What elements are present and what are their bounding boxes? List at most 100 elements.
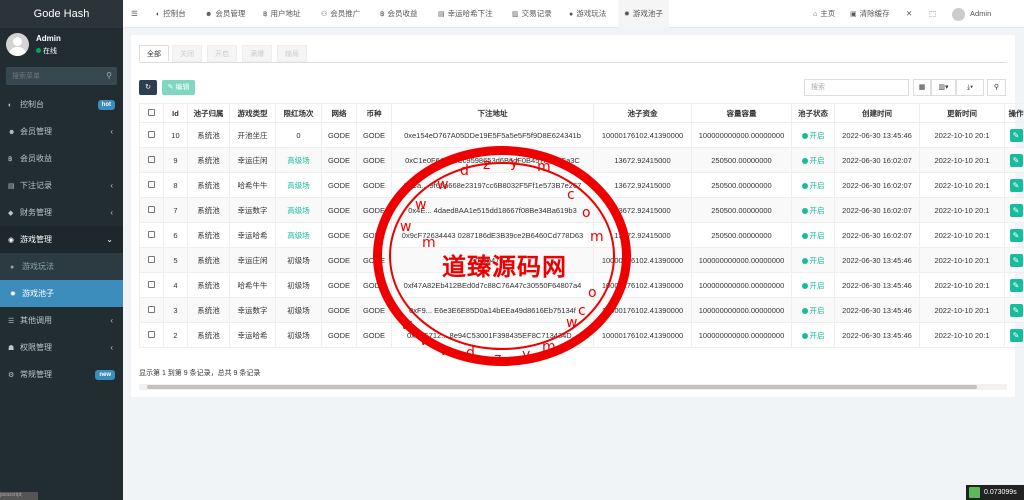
col-header[interactable]: 池子归属	[187, 103, 230, 123]
status-dot-icon	[801, 182, 808, 189]
menu-search-input[interactable]	[6, 67, 117, 85]
admin-menu[interactable]: Admin	[952, 0, 991, 28]
table-search-input[interactable]: 搜索	[804, 79, 909, 96]
nav-tab-dashboard[interactable]: ◐ 控制台	[156, 0, 186, 28]
pencil-icon: ✎	[1012, 130, 1020, 140]
sidebar-item-general[interactable]: ⚙ 常规管理 new	[0, 361, 123, 388]
row-checkbox-cell[interactable]	[139, 197, 164, 223]
table-row[interactable]: 4 系统池 哈希牛牛 初级场 GODE GODE 0xf47A82Eb412BEd0d7c8…	[139, 272, 1024, 298]
row-checkbox[interactable]	[148, 255, 155, 263]
tab-open[interactable]: 开启	[207, 45, 237, 62]
table-cell: GODE	[356, 172, 392, 198]
checkbox[interactable]	[148, 108, 155, 116]
table-row[interactable]: 2 系统池 幸运哈希 初级场 GODE GODE 0x42C712... 8e94C5300…	[139, 322, 1024, 348]
col-header[interactable]: 币种	[356, 103, 392, 123]
sidebar-item-game-rules[interactable]: ● 游戏玩法	[0, 253, 123, 280]
row-checkbox-cell[interactable]	[139, 297, 164, 323]
table-row[interactable]: 6 系统池 幸运哈希 高级场 GODE GODE 0x9cF72634443 0287186…	[139, 222, 1024, 248]
col-header[interactable]: 容量容量	[691, 103, 792, 123]
row-checkbox[interactable]	[148, 230, 155, 238]
col-header[interactable]: 更新时间	[919, 103, 1005, 123]
edit-row-button[interactable]: ✎	[1009, 128, 1023, 142]
row-checkbox[interactable]	[148, 305, 155, 313]
table-row[interactable]: 5 系统池 幸运庄闲 初级场 GODE GODE 0xcb470... 10000176102…	[139, 247, 1024, 273]
nav-tab-game-pools[interactable]: ✹ 游戏池子	[618, 0, 669, 28]
refresh-button[interactable]: ↻	[139, 80, 157, 95]
nav-tab-promotion[interactable]: ⚇ 会员推广	[321, 0, 360, 28]
col-header[interactable]: 池子资金	[593, 103, 692, 123]
nav-tab-game-rules[interactable]: ● 游戏玩法	[569, 0, 606, 28]
sidebar-item-bets[interactable]: ▤ 下注记录 ‹	[0, 172, 123, 199]
toggle-view-button[interactable]: ▦	[913, 79, 931, 96]
search-toggle-button[interactable]: ⚲	[987, 79, 1006, 96]
row-checkbox-cell[interactable]	[139, 122, 164, 148]
nav-tab-transactions[interactable]: ▥ 交易记录	[512, 0, 552, 28]
table-cell: 2	[163, 322, 188, 348]
sidebar-item-member-income[interactable]: ฿ 会员收益	[0, 145, 123, 172]
home-link[interactable]: ⌂ 主页	[813, 0, 835, 28]
edit-row-button[interactable]: ✎	[1009, 228, 1023, 242]
export-button[interactable]: ⤓▾	[956, 79, 984, 96]
menu-search[interactable]: ⚲	[6, 67, 117, 85]
nav-tab-income[interactable]: ฿会员收益	[380, 0, 417, 28]
sidebar-item-game-pools[interactable]: ✹ 游戏池子	[0, 280, 123, 307]
row-checkbox-cell[interactable]	[139, 147, 164, 173]
search-icon[interactable]: ⚲	[106, 71, 112, 80]
scrollbar-thumb[interactable]	[147, 385, 977, 389]
col-header[interactable]: 创建时间	[834, 103, 920, 123]
horizontal-scrollbar[interactable]	[139, 384, 1007, 390]
menu-toggle-icon[interactable]: ☰	[131, 0, 138, 28]
columns-button[interactable]: ▥▾	[931, 79, 956, 96]
sidebar-item-permissions[interactable]: ☗ 权限管理 ‹	[0, 334, 123, 361]
cell-status: 开启	[791, 222, 835, 248]
edit-button[interactable]: ✎ 编辑	[162, 80, 195, 95]
col-header[interactable]: Id	[163, 103, 188, 123]
row-checkbox-cell[interactable]	[139, 322, 164, 348]
row-checkbox[interactable]	[148, 180, 155, 188]
sidebar-item-finance[interactable]: ◆ 财务管理 ‹	[0, 199, 123, 226]
edit-row-button[interactable]: ✎	[1009, 303, 1023, 317]
table-row[interactable]: 8 系统池 哈希牛牛 高级场 GODE GODE 0xCa... 9f65a668e2319…	[139, 172, 1024, 198]
row-checkbox[interactable]	[148, 330, 155, 338]
col-header[interactable]: 限红场次	[275, 103, 322, 123]
row-checkbox-cell[interactable]	[139, 272, 164, 298]
row-checkbox-cell[interactable]	[139, 172, 164, 198]
row-checkbox-cell[interactable]	[139, 222, 164, 248]
sidebar-item-members[interactable]: ☻ 会员管理 ‹	[0, 118, 123, 145]
nav-tab-members[interactable]: ☻ 会员管理	[205, 0, 245, 28]
edit-row-button[interactable]: ✎	[1009, 203, 1023, 217]
row-checkbox-cell[interactable]	[139, 247, 164, 273]
status-badge: 开启	[801, 181, 825, 190]
fullscreen-icon[interactable]: ✕	[906, 0, 912, 28]
tab-closed[interactable]: 关闭	[172, 45, 202, 62]
col-header[interactable]: 游戏类型	[229, 103, 276, 123]
sidebar-item-other[interactable]: ☰ 其他调用 ‹	[0, 307, 123, 334]
col-header[interactable]: 池子状态	[791, 103, 835, 123]
row-checkbox[interactable]	[148, 130, 155, 138]
nav-tab-lucky-hash-bets[interactable]: ▤ 幸运哈希下注	[438, 0, 493, 28]
tab-lose[interactable]: 输局	[277, 45, 307, 62]
col-header[interactable]: 下注地址	[391, 103, 594, 123]
sidebar-item-dashboard[interactable]: ◐ 控制台 hot	[0, 91, 123, 118]
table-row[interactable]: 7 系统池 幸运数字 高级场 GODE GODE 0x4E... 4daed8AA1e515…	[139, 197, 1024, 223]
sidebar-item-games[interactable]: ◉ 游戏管理 ⌄	[0, 226, 123, 253]
row-checkbox[interactable]	[148, 205, 155, 213]
edit-row-button[interactable]: ✎	[1009, 278, 1023, 292]
col-header[interactable]: 网络	[321, 103, 357, 123]
table-row[interactable]: 9 系统池 幸运庄闲 高级场 GODE GODE 0xC1e0F6A... 8Cc95986…	[139, 147, 1024, 173]
tab-full[interactable]: 满爆	[242, 45, 272, 62]
nav-tab-label: 用户地址	[270, 9, 301, 18]
table-row[interactable]: 10 系统池 开池坐庄 0 GODE GODE 0xe154eD767A05DDe19E5F…	[139, 122, 1024, 148]
nav-tab-user-address[interactable]: ฿用户地址	[263, 0, 300, 28]
tab-all[interactable]: 全部	[139, 45, 169, 62]
edit-row-button[interactable]: ✎	[1009, 153, 1023, 167]
edit-row-button[interactable]: ✎	[1009, 328, 1023, 342]
clear-cache-button[interactable]: ▣ 清除缓存	[850, 0, 890, 28]
row-checkbox[interactable]	[148, 280, 155, 288]
edit-row-button[interactable]: ✎	[1009, 253, 1023, 267]
row-checkbox[interactable]	[148, 155, 155, 163]
edit-row-button[interactable]: ✎	[1009, 178, 1023, 192]
select-all-checkbox[interactable]	[139, 103, 164, 123]
table-row[interactable]: 3 系统池 幸运数字 初级场 GODE GODE 0xF9... E6e3E6E85D0a1…	[139, 297, 1024, 323]
fullscreen-toggle-icon[interactable]: ⬚	[929, 0, 936, 28]
